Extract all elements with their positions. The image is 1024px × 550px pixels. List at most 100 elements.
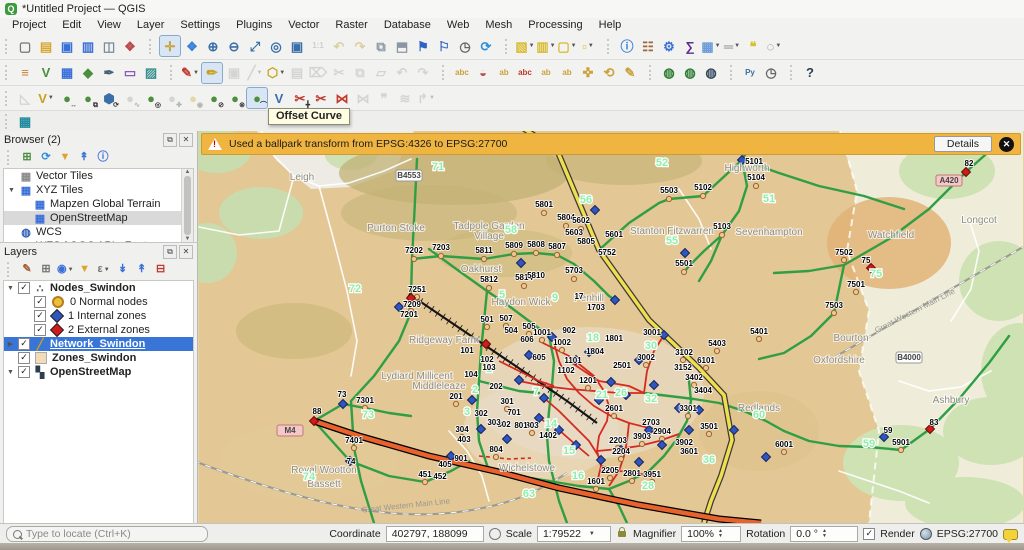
- new-map-view-icon[interactable]: ⧉: [371, 36, 391, 56]
- menu-mesh[interactable]: Mesh: [477, 18, 520, 33]
- temporal-controller-icon[interactable]: ◷: [455, 36, 475, 56]
- refresh-browser-icon[interactable]: ⟳: [38, 150, 54, 166]
- highlight-pinned-labels-icon[interactable]: ab: [536, 63, 556, 83]
- open-attribute-table-icon[interactable]: ▦▼: [701, 36, 721, 56]
- layer-diagram-icon[interactable]: ◒: [473, 63, 493, 83]
- collapse-all-icon[interactable]: ↟: [76, 150, 92, 166]
- change-label-icon[interactable]: ✎: [620, 63, 640, 83]
- browser-item-vector-tiles[interactable]: ▦Vector Tiles: [4, 169, 193, 183]
- filter-browser-icon[interactable]: ▼: [57, 150, 73, 166]
- metasearch-icon[interactable]: ◍: [701, 63, 721, 83]
- layer-item-network-swindon[interactable]: ▶✓╱Network_Swindon: [4, 337, 193, 351]
- browser-item-wcs[interactable]: ◍WCS: [4, 225, 193, 239]
- statistical-summary-icon[interactable]: ☷: [638, 36, 658, 56]
- menu-edit[interactable]: Edit: [54, 18, 89, 33]
- browser-item-xyz-tiles[interactable]: ▼▦XYZ Tiles: [4, 183, 193, 197]
- browser-item-mapzen-global-terrain[interactable]: ▦Mapzen Global Terrain: [4, 197, 193, 211]
- layer-item-nodes-swindon[interactable]: ▼✓∴Nodes_Swindon: [4, 281, 193, 295]
- browser-scrollbar[interactable]: ▲▼: [181, 169, 193, 242]
- processing-toolbox-icon[interactable]: ⚙: [659, 36, 679, 56]
- rotate-feature-icon[interactable]: ⬢⟳: [99, 88, 119, 108]
- nominatim-search-icon[interactable]: ◌▼: [764, 36, 784, 56]
- add-group-icon[interactable]: ⊞: [38, 262, 54, 278]
- render-checkbox[interactable]: ✓: [863, 528, 875, 540]
- show-bookmarks-icon[interactable]: ⚐: [434, 36, 454, 56]
- measure-line-icon[interactable]: ═▼: [722, 36, 742, 56]
- move-label-icon[interactable]: ✜: [578, 63, 598, 83]
- menu-database[interactable]: Database: [376, 18, 439, 33]
- collapse-all-icon[interactable]: ↟: [134, 262, 150, 278]
- open-project-icon[interactable]: ▤: [36, 36, 56, 56]
- identify-features-icon[interactable]: ⓘ: [617, 36, 637, 56]
- add-vector-layer-icon[interactable]: V: [36, 63, 56, 83]
- zoom-to-selection-icon[interactable]: ◎: [266, 36, 286, 56]
- zoom-to-layer-icon[interactable]: ▣: [287, 36, 307, 56]
- properties-widget-icon[interactable]: ⓘ: [95, 150, 111, 166]
- new-geopackage-layer-icon[interactable]: ◆: [78, 63, 98, 83]
- metasearch-fetch-icon[interactable]: ◍: [680, 63, 700, 83]
- project-properties-icon[interactable]: ◫: [99, 36, 119, 56]
- menu-project[interactable]: Project: [4, 18, 54, 33]
- show-hide-labels-icon[interactable]: ab: [557, 63, 577, 83]
- manage-map-themes-icon[interactable]: ◉▼: [57, 262, 74, 278]
- pan-to-selection-icon[interactable]: ❖: [182, 36, 202, 56]
- delete-ring-icon[interactable]: ●⊘: [204, 88, 224, 108]
- rotate-label-icon[interactable]: ⟲: [599, 63, 619, 83]
- coordinate-value[interactable]: 402797, 188099: [386, 526, 484, 542]
- offset-curve-icon[interactable]: ●⌒: [246, 87, 268, 109]
- layer-item-2-external-zones[interactable]: ✓2 External zones: [4, 323, 193, 337]
- metasearch-add-icon[interactable]: ◍: [659, 63, 679, 83]
- layer-item-1-internal-zones[interactable]: ✓1 Internal zones: [4, 309, 193, 323]
- new-shapefile-layer-icon[interactable]: ✒: [99, 63, 119, 83]
- layer-checkbox[interactable]: ✓: [34, 296, 46, 308]
- select-features-icon[interactable]: ▧▼: [515, 36, 535, 56]
- crs-status[interactable]: EPSG:27700: [937, 528, 998, 540]
- rotation-value[interactable]: 0.0 °▲▼: [790, 526, 858, 542]
- zoom-in-icon[interactable]: ⊕: [203, 36, 223, 56]
- add-raster-layer-icon[interactable]: ▦: [57, 63, 77, 83]
- messages-icon[interactable]: [1003, 529, 1018, 540]
- map-canvas[interactable]: LeighPurton StokeTadpole GardenVillageOa…: [198, 131, 1024, 523]
- toggle-editing-icon[interactable]: ✏: [201, 62, 223, 84]
- delete-part-icon[interactable]: ●⊗: [225, 88, 245, 108]
- map-tips-icon[interactable]: ❝: [743, 36, 763, 56]
- layer-labeling-icon[interactable]: abc: [452, 63, 472, 83]
- split-parts-icon[interactable]: ✂: [311, 88, 331, 108]
- new-3d-map-view-icon[interactable]: ⬒: [392, 36, 412, 56]
- new-bookmark-icon[interactable]: ⚑: [413, 36, 433, 56]
- topology-checker-icon[interactable]: ▦: [15, 111, 35, 131]
- split-features-icon[interactable]: ✂╋: [290, 88, 310, 108]
- new-project-icon[interactable]: ▢: [15, 36, 35, 56]
- open-layer-styling-icon[interactable]: ✎: [19, 262, 35, 278]
- digitize-with-curve-icon[interactable]: V▼: [36, 88, 56, 108]
- pan-map-icon[interactable]: ✛: [159, 35, 181, 57]
- vertex-tool-icon[interactable]: ⬡▼: [266, 63, 286, 83]
- warning-close-icon[interactable]: ✕: [999, 137, 1014, 152]
- layer-checkbox[interactable]: ✓: [18, 352, 30, 364]
- save-project-as-icon[interactable]: ▥: [78, 36, 98, 56]
- layer-checkbox[interactable]: ✓: [34, 324, 46, 336]
- menu-view[interactable]: View: [89, 18, 129, 33]
- menu-layer[interactable]: Layer: [129, 18, 173, 33]
- menu-raster[interactable]: Raster: [327, 18, 375, 33]
- select-by-location-icon[interactable]: ▫▼: [578, 36, 598, 56]
- move-feature-icon[interactable]: ●↔: [57, 88, 77, 108]
- filter-by-expression-icon[interactable]: ε▼: [96, 262, 112, 278]
- copy-move-feature-icon[interactable]: ●⧉: [78, 88, 98, 108]
- layer-item-0-normal-nodes[interactable]: ✓0 Normal nodes: [4, 295, 193, 309]
- plugin-clock-icon[interactable]: ◷: [761, 63, 781, 83]
- expand-all-icon[interactable]: ↡: [115, 262, 131, 278]
- open-data-source-manager-icon[interactable]: ≡: [15, 63, 35, 83]
- scale-combo[interactable]: 1:79522▼: [537, 526, 611, 542]
- menu-vector[interactable]: Vector: [280, 18, 327, 33]
- browser-close-icon[interactable]: ✕: [179, 133, 193, 147]
- menu-settings[interactable]: Settings: [172, 18, 228, 33]
- reshape-features-icon[interactable]: V: [269, 88, 289, 108]
- layer-checkbox[interactable]: ✓: [18, 338, 30, 350]
- new-spatialite-layer-icon[interactable]: ▭: [120, 63, 140, 83]
- filter-legend-icon[interactable]: ▼: [77, 262, 93, 278]
- browser-float-icon[interactable]: ⧉: [163, 133, 177, 147]
- merge-features-icon[interactable]: ⋈: [332, 88, 352, 108]
- refresh-icon[interactable]: ⟳: [476, 36, 496, 56]
- layer-item-zones-swindon[interactable]: ✓Zones_Swindon: [4, 351, 193, 365]
